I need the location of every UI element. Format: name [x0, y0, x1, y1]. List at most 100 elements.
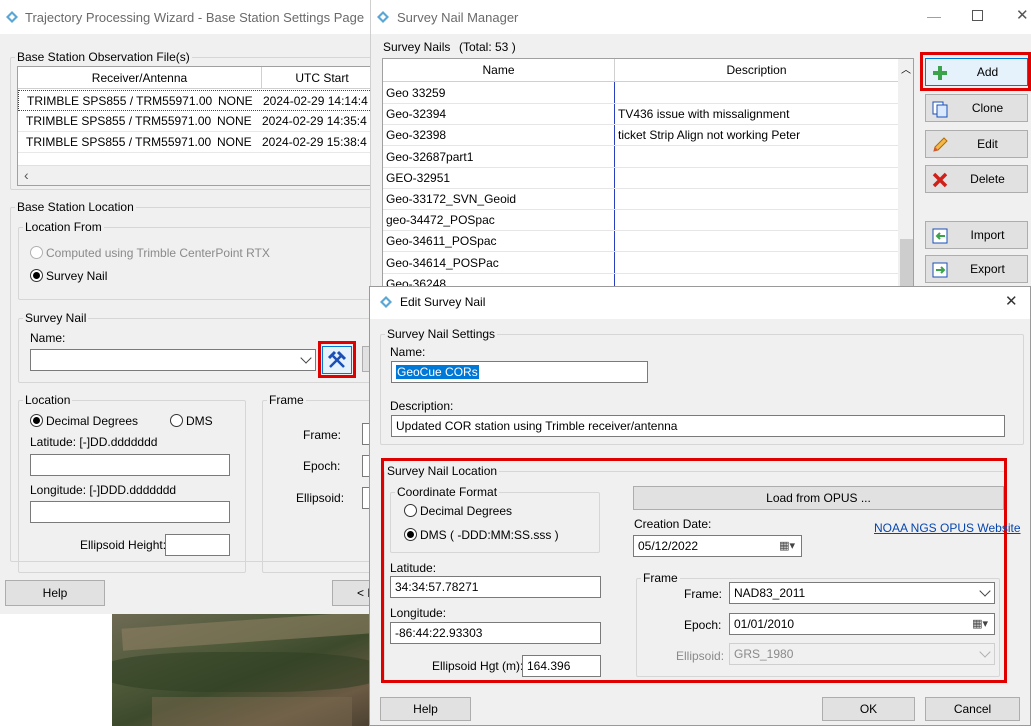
edit-name-label: Name: — [390, 345, 426, 359]
minimize-icon[interactable]: — — [927, 8, 941, 24]
column-header-name[interactable]: Name — [383, 59, 615, 82]
cancel-button[interactable]: Cancel — [925, 697, 1020, 721]
app-logo-icon — [377, 11, 389, 23]
survey-nails-total: (Total: 53 ) — [459, 40, 516, 54]
noaa-opus-link[interactable]: NOAA NGS OPUS Website — [874, 521, 1021, 535]
chevron-down-icon — [979, 585, 991, 597]
observation-table: Receiver/Antenna UTC Start TRIMBLE SPS85… — [17, 66, 372, 186]
coordinate-format-legend: Coordinate Format — [397, 485, 498, 499]
table-row[interactable]: Geo-32394 TV436 issue with missalignment — [383, 104, 898, 126]
status-cell: NONE — [217, 135, 252, 149]
nail-description-cell: TV436 issue with missalignment — [618, 107, 790, 122]
manager-titlebar: Survey Nail Manager — ✕ — [371, 0, 1031, 34]
table-row[interactable]: Geo-33172_SVN_Geoid — [383, 189, 898, 210]
load-from-opus-button[interactable]: Load from OPUS ... — [633, 486, 1004, 510]
table-row[interactable]: TRIMBLE SPS855 / TRM55971.00 NONE 2024-0… — [18, 132, 371, 153]
wizard-title: Trajectory Processing Wizard - Base Stat… — [25, 10, 365, 25]
scroll-up-icon[interactable]: ︿ — [901, 61, 911, 76]
close-icon[interactable]: ✕ — [1016, 6, 1029, 24]
edit-name-input[interactable]: GeoCue CORs — [391, 361, 648, 383]
wizard-help-button[interactable]: Help — [5, 580, 105, 606]
computed-rtx-label: Computed using Trimble CenterPoint RTX — [46, 246, 270, 260]
edit-latitude-input[interactable]: 34:34:57.78271 — [390, 576, 601, 598]
ok-button[interactable]: OK — [822, 697, 915, 721]
table-row[interactable]: Geo-32398 ticket Strip Align not working … — [383, 125, 898, 147]
table-row[interactable]: TRIMBLE SPS855 / TRM55971.00 NONE 2024-0… — [18, 90, 371, 111]
table-row[interactable]: GEO-32951 — [383, 168, 898, 189]
aerial-image — [112, 612, 374, 726]
utc-cell: 2024-02-29 14:35:4 — [262, 114, 367, 128]
creation-date-label: Creation Date: — [634, 517, 712, 531]
edit-dms-radio[interactable] — [404, 528, 417, 541]
dms-radio[interactable] — [170, 414, 183, 427]
calendar-icon[interactable]: ▦▾ — [972, 617, 988, 630]
edit-ellipsoid-value: GRS_1980 — [734, 647, 794, 661]
edit-longitude-label: Longitude: — [390, 606, 447, 620]
clone-button[interactable]: Clone — [925, 94, 1028, 122]
column-header-receiver[interactable]: Receiver/Antenna — [18, 67, 262, 89]
column-header-description[interactable]: Description — [615, 59, 898, 82]
column-header-utc-start[interactable]: UTC Start — [262, 67, 371, 89]
import-button[interactable]: Import — [925, 221, 1028, 249]
edit-button[interactable]: Edit — [925, 130, 1028, 158]
receiver-cell: TRIMBLE SPS855 / TRM55971.00 — [26, 114, 212, 128]
import-icon — [932, 228, 948, 244]
edit-ellipsoid-hgt-input[interactable]: 164.396 — [522, 655, 601, 677]
latitude-input[interactable] — [30, 454, 230, 476]
computed-rtx-radio[interactable] — [30, 246, 43, 259]
calendar-icon[interactable]: ▦▾ — [779, 539, 795, 552]
creation-date-picker[interactable]: 05/12/2022 ▦▾ — [633, 535, 802, 557]
scroll-left-icon[interactable]: ‹ — [24, 167, 29, 183]
nail-name-cell: Geo-32398 — [386, 128, 447, 143]
edit-epoch-picker[interactable]: 01/01/2010 ▦▾ — [729, 613, 995, 635]
observation-files-legend: Base Station Observation File(s) — [17, 50, 190, 64]
survey-nail-manager-button[interactable] — [322, 346, 352, 374]
clone-icon — [932, 101, 948, 118]
edit-help-button[interactable]: Help — [380, 697, 471, 721]
add-button-label: Add — [976, 65, 999, 79]
nail-description-cell: ticket Strip Align not working Peter — [618, 128, 801, 143]
table-row[interactable]: Geo 33259 — [383, 83, 898, 104]
status-cell: NONE — [218, 94, 253, 108]
edit-decimal-degrees-radio[interactable] — [404, 504, 417, 517]
survey-nail-radio[interactable] — [30, 269, 43, 282]
longitude-input[interactable] — [30, 501, 230, 523]
table-row[interactable]: TRIMBLE SPS855 / TRM55971.00 NONE 2024-0… — [18, 111, 371, 132]
table-row[interactable]: Geo-34611_POSpac — [383, 231, 898, 253]
edit-epoch-value: 01/01/2010 — [734, 617, 795, 631]
latitude-format-label: Latitude: [-]DD.ddddddd — [30, 435, 158, 449]
survey-nail-manager-window: Survey Nail Manager — ✕ Survey Nails (To… — [370, 0, 1031, 300]
edit-longitude-input[interactable]: -86:44:22.93303 — [390, 622, 601, 644]
location-group-legend: Survey Nail Location — [387, 464, 498, 478]
nail-name-cell: Geo-32394 — [386, 107, 447, 122]
edit-frame-select[interactable]: NAD83_2011 — [729, 582, 995, 604]
export-button-label: Export — [970, 262, 1005, 276]
export-icon — [932, 262, 948, 278]
clone-button-label: Clone — [971, 101, 1004, 115]
edit-description-input[interactable]: Updated COR station using Trimble receiv… — [391, 415, 1005, 437]
edit-titlebar: Edit Survey Nail ✕ — [370, 287, 1030, 319]
edit-epoch-label: Epoch: — [684, 618, 722, 632]
edit-ellipsoid-select[interactable]: GRS_1980 — [729, 643, 995, 665]
dms-label: DMS — [186, 414, 213, 428]
horizontal-scrollbar[interactable]: ‹ — [18, 165, 371, 185]
nail-name-cell: Geo-34614_POSPac — [386, 255, 499, 270]
add-button[interactable]: Add — [925, 58, 1028, 86]
edit-name-value: GeoCue CORs — [396, 365, 479, 379]
delete-button[interactable]: Delete — [925, 165, 1028, 193]
table-row[interactable]: geo-34472_POSpac — [383, 210, 898, 232]
maximize-icon[interactable] — [972, 10, 983, 21]
nail-name-cell: GEO-32951 — [386, 170, 451, 185]
receiver-cell: TRIMBLE SPS855 / TRM55971.00 — [27, 94, 213, 108]
edit-dms-label: DMS ( -DDD:MM:SS.sss ) — [420, 528, 559, 542]
table-row[interactable]: Geo-34614_POSPac — [383, 253, 898, 274]
export-button[interactable]: Export — [925, 255, 1028, 283]
ellipsoid-height-input[interactable] — [165, 534, 230, 556]
vertical-scrollbar[interactable]: ︿ — [898, 59, 913, 299]
decimal-degrees-radio[interactable] — [30, 414, 43, 427]
close-icon[interactable]: ✕ — [1005, 292, 1018, 310]
delete-button-label: Delete — [970, 172, 1005, 186]
table-row[interactable]: Geo-32687part1 — [383, 147, 898, 168]
survey-nail-name-select[interactable] — [30, 349, 316, 371]
edit-survey-nail-dialog: Edit Survey Nail ✕ Survey Nail Settings … — [369, 286, 1031, 726]
